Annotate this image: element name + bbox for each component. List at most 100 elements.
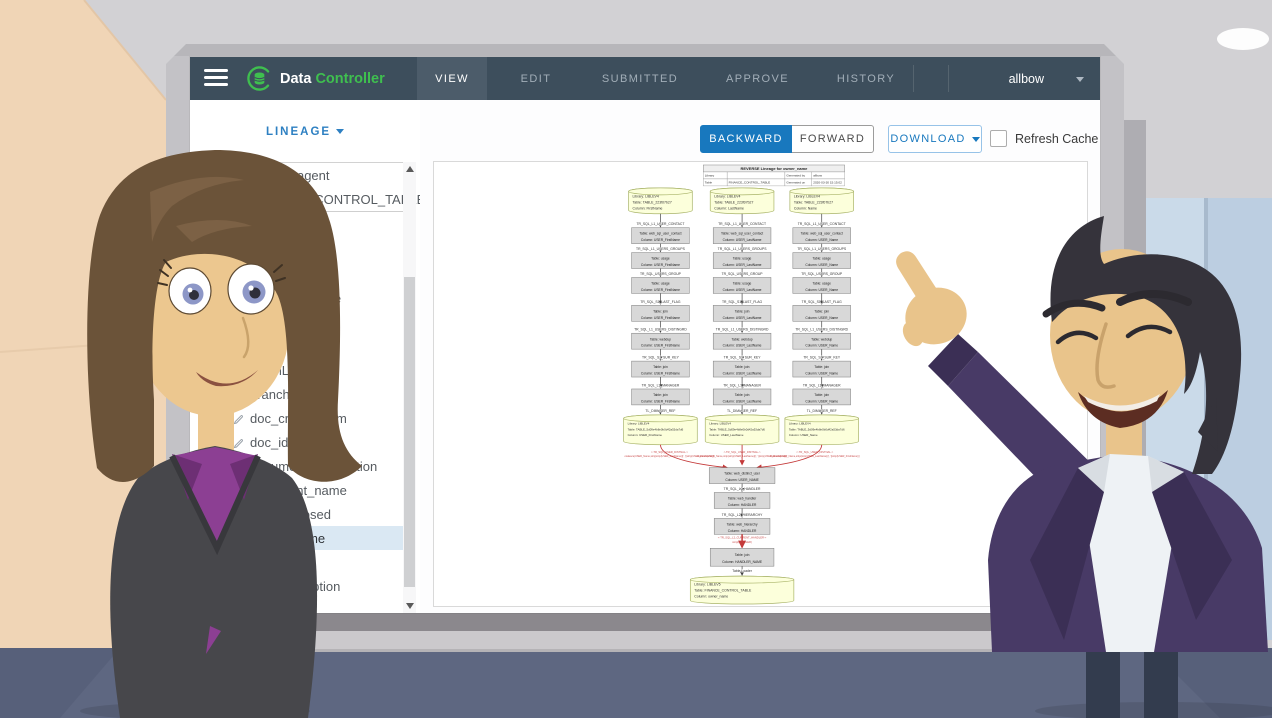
forward-button[interactable]: FORWARD: [792, 125, 874, 153]
sidebar-item-document_name[interactable]: document_name: [190, 478, 403, 502]
refresh-cache-checkbox[interactable]: [990, 130, 1007, 147]
refresh-cache-control: Refresh Cache: [990, 130, 1098, 147]
sidebar-item-label: FINANCE_CONTROL_TABLE: [250, 192, 420, 207]
svg-text:Column: USER_LastName: Column: USER_LastName: [723, 263, 762, 267]
svg-text:Table: usage: Table: usage: [812, 257, 831, 261]
column-icon: [233, 437, 244, 448]
sidebar-item-doc_create_dttm[interactable]: doc_create_dttm: [190, 406, 403, 430]
svg-text:Table: join: Table: join: [735, 309, 750, 313]
svg-text:Library: LIBLEV4: Library: LIBLEV4: [789, 421, 811, 425]
sidebar-item-branch_cd[interactable]: branch_cd: [190, 382, 403, 406]
svg-text:Column: USER_LastName: Column: USER_LastName: [723, 399, 762, 403]
svg-text:TR_SQL_L1_MANAGER: TR_SQL_L1_MANAGER: [723, 383, 761, 387]
column-icon: [233, 269, 244, 280]
svg-text:Column: USER_Name: Column: USER_Name: [805, 372, 838, 376]
column-icon: [233, 485, 244, 496]
lineage-item-list: CLAIM_agent FINANCE_CONTROL_TABLEbranchdi…: [190, 162, 403, 598]
svg-text:Table: web_sql_user_contact: Table: web_sql_user_contact: [639, 232, 681, 236]
backward-button[interactable]: BACKWARD: [700, 125, 792, 153]
svg-text:Column: USER_Name: Column: USER_Name: [805, 288, 838, 292]
svg-text:TR_SQL_L2_HIERARCHY: TR_SQL_L2_HIERARCHY: [722, 513, 763, 517]
side-wall: [0, 0, 166, 648]
tab-approve[interactable]: APPROVE: [695, 57, 820, 100]
svg-text:TR_SQL_L1_USERS_DISTINGRD: TR_SQL_L1_USERS_DISTINGRD: [795, 328, 848, 332]
sidebar-item-owner_name[interactable]: owner_name: [190, 526, 403, 550]
svg-text:TL_DIMUSER_REF: TL_DIMUSER_REF: [807, 409, 837, 413]
svg-text:Column: USER_FirstName: Column: USER_FirstName: [641, 399, 680, 403]
sidebar-item-policy_cd[interactable]: policy_cd: [190, 550, 403, 574]
lineage-diagram-panel: REVERSE Lineage for owner_nameLibraryGen…: [433, 161, 1088, 607]
sidebar-item-teamleader[interactable]: TeamLeader: [190, 358, 403, 382]
svg-text:Generated on: Generated on: [786, 181, 805, 185]
svg-text:Table: join: Table: join: [653, 365, 668, 369]
data-controller-app-window: Data Controller VIEWEDITSUBMITTEDAPPROVE…: [190, 57, 1100, 613]
svg-text:Table: TABLE_223f07b27: Table: TABLE_223f07b27: [714, 200, 753, 204]
svg-text:Generated by: Generated by: [786, 174, 805, 178]
svg-text:TR_SQL_L1_MANAGER: TR_SQL_L1_MANAGER: [642, 383, 680, 387]
sidebar-item-doc_id[interactable]: doc_id: [190, 430, 403, 454]
sidebar-item-manager_name[interactable]: manager_name: [190, 286, 403, 310]
tab-submitted[interactable]: SUBMITTED: [585, 57, 695, 100]
column-icon: [233, 341, 244, 352]
scroll-up-icon[interactable]: [406, 166, 414, 172]
column-icon: [233, 461, 244, 472]
svg-text:Column: USER_LastName: Column: USER_LastName: [723, 238, 762, 242]
refresh-cache-label: Refresh Cache: [1015, 132, 1098, 146]
scrollbar-thumb[interactable]: [404, 277, 415, 587]
sidebar-item-label: CLAIM_agent: [250, 168, 330, 183]
sidebar-item-claim_agent[interactable]: CLAIM_agent: [190, 163, 403, 187]
svg-text:Library: Library: [705, 174, 715, 178]
sidebar-item-label: document_name: [250, 483, 347, 498]
svg-text:Table: webdup: Table: webdup: [732, 337, 753, 341]
svg-text:Table: usage: Table: usage: [651, 257, 670, 261]
sidebar-item-month_closed[interactable]: month_closed: [190, 502, 403, 526]
user-menu[interactable]: allbow: [1009, 57, 1044, 100]
svg-text:TR_SQL_S1_SUR_KEY: TR_SQL_S1_SUR_KEY: [642, 356, 680, 360]
chevron-down-icon[interactable]: [1076, 77, 1084, 82]
svg-text:Table: usage: Table: usage: [733, 282, 752, 286]
sidebar-item-label: risk_description: [250, 579, 340, 594]
hamburger-menu-icon[interactable]: [204, 69, 228, 88]
scroll-down-icon[interactable]: [406, 603, 414, 609]
sidebar-item-label: policy_cd: [250, 555, 304, 570]
sidebar-item-branch[interactable]: branch: [190, 238, 403, 262]
sidebar-item-document_description[interactable]: document_description: [190, 454, 403, 478]
svg-text:Table: web_sql_user_contact: Table: web_sql_user_contact: [801, 232, 843, 236]
username: allbow: [1009, 72, 1044, 86]
sidebar-item-label: manager_name: [250, 291, 341, 306]
svg-text:Table: usage: Table: usage: [812, 282, 831, 286]
main-content: BACKWARD FORWARD DOWNLOAD Refresh Cache …: [420, 100, 1100, 613]
tab-view[interactable]: VIEW: [417, 57, 487, 100]
svg-text:Column: USER_LastName: Column: USER_LastName: [709, 433, 744, 437]
tab-edit[interactable]: EDIT: [487, 57, 585, 100]
svg-text:TR_SQL_L1_USERS_DISTINGRD: TR_SQL_L1_USERS_DISTINGRD: [634, 328, 687, 332]
svg-text:Column: HANDLER: Column: HANDLER: [728, 529, 757, 533]
svg-text:Table: usage: Table: usage: [733, 257, 752, 261]
lineage-dropdown[interactable]: LINEAGE: [190, 126, 420, 138]
app-logo[interactable]: Data Controller: [246, 57, 385, 100]
sidebar-item-team[interactable]: TEAM: [190, 334, 403, 358]
svg-text:Table: TABLE_5d09e4b8e0b0d42a5: Table: TABLE_5d09e4b8e0b0d42a53da7d6: [709, 427, 765, 431]
sidebar-scrollbar[interactable]: [403, 162, 416, 613]
svg-text:Library: LIBLEV4: Library: LIBLEV4: [714, 194, 740, 198]
sidebar-item-org_name[interactable]: org_name: [190, 310, 403, 334]
nav-divider: [913, 65, 914, 92]
sidebar-item-risk_description[interactable]: risk_description: [190, 574, 403, 598]
svg-text:<-TR_SQL_USER_DISTNAL->: <-TR_SQL_USER_DISTNAL->: [724, 450, 761, 454]
svg-text:TR_SQL_S1_SUR_KEY: TR_SQL_S1_SUR_KEY: [724, 356, 762, 360]
svg-text:Column: Name: Column: Name: [794, 206, 817, 210]
tab-history[interactable]: HISTORY: [820, 57, 912, 100]
sidebar-item-director_name[interactable]: director_name: [190, 262, 403, 286]
svg-text:Column: USER_FirstName: Column: USER_FirstName: [628, 433, 663, 437]
download-button[interactable]: DOWNLOAD: [888, 125, 982, 153]
svg-text:Column: USER_Name: Column: USER_Name: [805, 316, 838, 320]
column-icon: [233, 365, 244, 376]
svg-text:Table: usage: Table: usage: [651, 282, 670, 286]
svg-text:2020-03-30 15:15:02: 2020-03-30 15:15:02: [813, 181, 842, 185]
svg-text:TL_DIMUSER_REF: TL_DIMUSER_REF: [727, 409, 757, 413]
sidebar-item-finance_control_table[interactable]: FINANCE_CONTROL_TABLE: [190, 187, 403, 211]
svg-text:TR_SQL_S1_LAST_FLAG: TR_SQL_S1_LAST_FLAG: [722, 300, 763, 304]
svg-text:Column: USER_FirstName: Column: USER_FirstName: [641, 263, 680, 267]
svg-text:Table: FINANCE_CONTROL_TABLE: Table: FINANCE_CONTROL_TABLE: [694, 589, 752, 593]
svg-text:TR_SQL_S1_SUR_KEY: TR_SQL_S1_SUR_KEY: [803, 356, 841, 360]
